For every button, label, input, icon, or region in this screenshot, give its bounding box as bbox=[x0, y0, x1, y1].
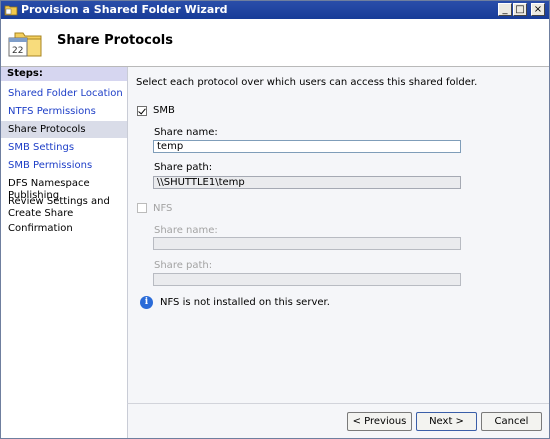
wizard-app-icon bbox=[4, 5, 18, 16]
nfs-checkbox[interactable] bbox=[137, 203, 147, 213]
title-bar[interactable]: Provision a Shared Folder Wizard _ □ × bbox=[1, 1, 549, 19]
sidebar-item-ntfs-permissions[interactable]: NTFS Permissions bbox=[1, 106, 127, 118]
close-button[interactable]: × bbox=[531, 3, 545, 16]
next-button[interactable]: Next > bbox=[416, 412, 477, 431]
smb-checkbox[interactable] bbox=[137, 106, 147, 116]
nfs-share-name-input[interactable] bbox=[153, 237, 461, 250]
svg-text:22: 22 bbox=[12, 46, 23, 56]
sidebar-item-review-settings: Review Settings and Create Share bbox=[8, 196, 110, 219]
minimize-button[interactable]: _ bbox=[498, 3, 512, 16]
smb-share-path-label: Share path: bbox=[154, 162, 213, 173]
sidebar-item-shared-folder-location[interactable]: Shared Folder Location bbox=[1, 88, 127, 100]
sidebar-item-confirmation: Confirmation bbox=[8, 223, 73, 234]
nfs-share-path-field bbox=[153, 273, 461, 286]
smb-share-name-input[interactable]: temp bbox=[153, 140, 461, 153]
steps-heading: Steps: bbox=[1, 67, 127, 81]
maximize-button[interactable]: □ bbox=[513, 3, 527, 16]
nfs-info-message: NFS is not installed on this server. bbox=[160, 297, 330, 308]
nfs-label: NFS bbox=[153, 203, 173, 214]
previous-button[interactable]: < Previous bbox=[347, 412, 412, 431]
steps-sidebar: Steps: Shared Folder Location NTFS Permi… bbox=[1, 67, 127, 438]
wizard-window: Provision a Shared Folder Wizard _ □ × 2… bbox=[0, 0, 550, 439]
smb-label: SMB bbox=[153, 105, 175, 116]
wizard-footer: < Previous Next > Cancel bbox=[127, 403, 549, 438]
sidebar-item-smb-permissions[interactable]: SMB Permissions bbox=[1, 160, 127, 172]
cancel-button[interactable]: Cancel bbox=[481, 412, 542, 431]
instruction-text: Select each protocol over which users ca… bbox=[136, 77, 478, 88]
sidebar-item-share-protocols[interactable]: Share Protocols bbox=[1, 121, 127, 138]
window-title: Provision a Shared Folder Wizard bbox=[21, 3, 228, 16]
nfs-share-path-label: Share path: bbox=[154, 260, 213, 271]
main-content: Select each protocol over which users ca… bbox=[127, 67, 549, 403]
wizard-header: 22 Share Protocols bbox=[1, 19, 549, 67]
page-title: Share Protocols bbox=[57, 33, 173, 48]
sidebar-item-smb-settings[interactable]: SMB Settings bbox=[1, 142, 127, 154]
info-icon: i bbox=[140, 296, 153, 309]
nfs-share-name-label: Share name: bbox=[154, 225, 218, 236]
smb-share-path-field: \\SHUTTLE1\temp bbox=[153, 176, 461, 189]
smb-share-name-label: Share name: bbox=[154, 127, 218, 138]
folder-calendar-icon: 22 bbox=[8, 32, 42, 57]
